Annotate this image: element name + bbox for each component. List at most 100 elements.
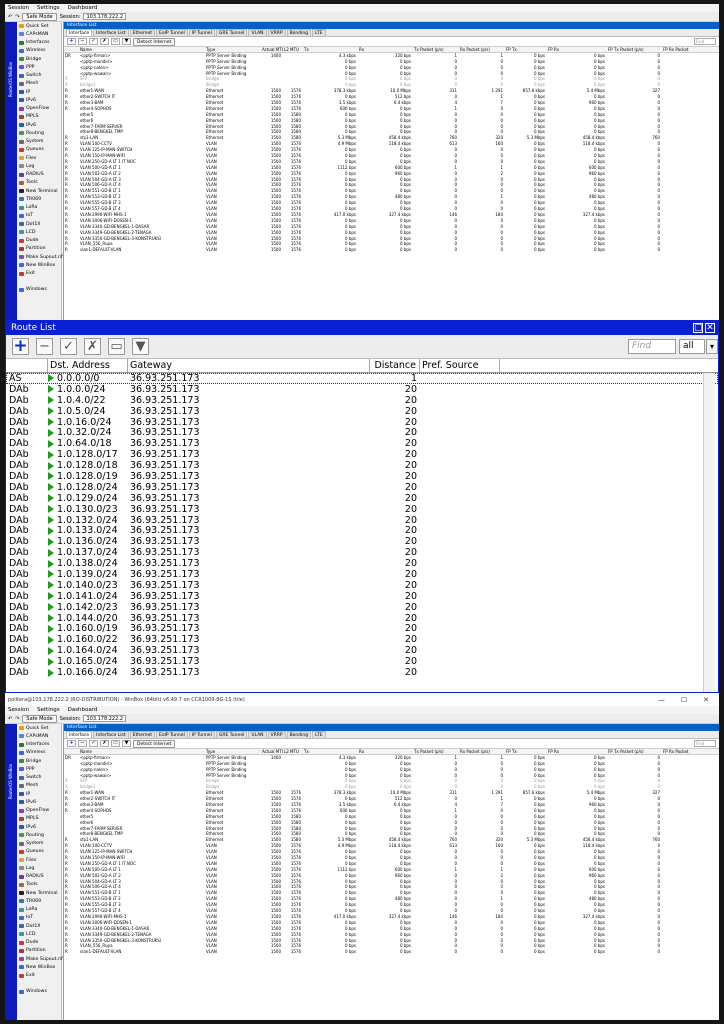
sidebar-item-new-winbox[interactable]: New WinBox xyxy=(17,963,61,971)
sidebar-item-quick-set[interactable]: Quick Set xyxy=(17,22,61,30)
sidebar-item-interfaces[interactable]: Interfaces xyxy=(17,39,61,47)
sidebar-item-interfaces[interactable]: Interfaces xyxy=(17,741,61,749)
sidebar-item-capsman[interactable]: CAPsMAN xyxy=(17,732,61,740)
sidebar-item-lcd[interactable]: LCD xyxy=(17,930,61,938)
table-row[interactable]: Rvlan1-DEFAULT-VLAN VLAN 1500 1576 0 bps 0 bp… xyxy=(64,949,719,955)
menu-session[interactable]: Session xyxy=(8,707,29,713)
menu-dashboard[interactable]: Dashboard xyxy=(68,707,98,713)
column-header[interactable]: Rx xyxy=(358,749,413,754)
sidebar-item-iot[interactable]: IoT xyxy=(17,212,61,220)
minimize-button[interactable]: — xyxy=(658,696,665,704)
tab-ethernet[interactable]: Ethernet xyxy=(129,731,155,738)
sidebar-item-dude[interactable]: Dude xyxy=(17,237,61,245)
sidebar-item-make-supout-rif[interactable]: Make Supout.rif xyxy=(17,955,63,963)
sidebar-item-system[interactable]: System xyxy=(17,840,61,848)
column-header[interactable]: Type xyxy=(205,749,261,754)
tab-interface-list[interactable]: Interface List xyxy=(93,29,129,36)
remove-button[interactable]: − xyxy=(78,38,87,45)
route-row[interactable]: DAb 1.0.136.0/24 36.93.251.173 20 xyxy=(6,536,718,547)
sidebar-item-dude[interactable]: Dude xyxy=(17,939,61,947)
route-row[interactable]: DAb 1.0.32.0/24 36.93.251.173 20 xyxy=(6,427,718,438)
sidebar-item-dot1x[interactable]: Dot1X xyxy=(17,220,61,228)
detect-internet-button[interactable]: Detect Internet xyxy=(133,37,176,46)
sidebar-item-partition[interactable]: Partition xyxy=(17,245,61,253)
column-header[interactable]: FP Tx xyxy=(505,749,547,754)
sidebar-item-routing[interactable]: Routing xyxy=(17,831,61,839)
column-header[interactable] xyxy=(64,47,79,52)
sidebar-item-queues[interactable]: Queues xyxy=(17,848,61,856)
route-row[interactable]: DAb 1.0.160.0/19 36.93.251.173 20 xyxy=(6,623,718,634)
enable-button[interactable]: ✓ xyxy=(89,740,98,747)
table-row[interactable]: Rvlan1-DEFAULT-VLAN VLAN 1500 1576 0 bps 0 bp… xyxy=(64,247,719,253)
route-row[interactable]: DAb 1.0.138.0/24 36.93.251.173 20 xyxy=(6,558,718,569)
route-row[interactable]: DAb 1.0.140.0/23 36.93.251.173 20 xyxy=(6,580,718,591)
sidebar-item-windows[interactable]: Windows xyxy=(17,286,61,294)
session-field[interactable]: 103.178.222.2 xyxy=(83,13,127,20)
tab-ethernet[interactable]: Ethernet xyxy=(129,29,155,36)
sidebar-item-mpls[interactable]: MPLS xyxy=(17,113,61,121)
sidebar-item-dot1x[interactable]: Dot1X xyxy=(17,922,61,930)
menu-session[interactable]: Session xyxy=(8,5,29,11)
redo-icon[interactable]: ↷ xyxy=(15,14,19,20)
column-header[interactable]: Rx xyxy=(358,47,413,52)
sidebar-item-radius[interactable]: RADIUS xyxy=(17,873,61,881)
column-header[interactable]: L2 MTU xyxy=(283,749,303,754)
route-row[interactable]: DAb 1.0.160.0/22 36.93.251.173 20 xyxy=(6,634,718,645)
tab-interface-list[interactable]: Interface List xyxy=(93,731,129,738)
tab-vrrp[interactable]: VRRP xyxy=(267,731,286,738)
column-header[interactable]: FP Rx Packet xyxy=(662,749,707,754)
column-header[interactable]: FP Tx xyxy=(505,47,547,52)
find-input[interactable]: Find xyxy=(694,740,716,747)
route-row[interactable]: DAb 1.0.164.0/24 36.93.251.173 20 xyxy=(6,645,718,656)
menu-settings[interactable]: Settings xyxy=(37,707,60,713)
sidebar-item-ip[interactable]: IP xyxy=(17,88,61,96)
safe-mode-button[interactable]: Safe Mode xyxy=(22,12,57,21)
session-field[interactable]: 103.178.222.2 xyxy=(83,715,127,722)
sidebar-item-log[interactable]: Log xyxy=(17,162,61,170)
filter-icon[interactable]: ▼ xyxy=(122,38,131,45)
tab-vrrp[interactable]: VRRP xyxy=(267,29,286,36)
route-row[interactable]: DAb 1.0.133.0/24 36.93.251.173 20 xyxy=(6,525,718,536)
sidebar-item-new-terminal[interactable]: New Terminal xyxy=(17,889,61,897)
sidebar-item-tr069[interactable]: TR069 xyxy=(17,195,61,203)
tab-gre-tunnel[interactable]: GRE Tunnel xyxy=(215,731,248,738)
tab-lte[interactable]: LTE xyxy=(312,29,326,36)
sidebar-item-log[interactable]: Log xyxy=(17,864,61,872)
close-button[interactable]: ✕ xyxy=(703,696,709,704)
sidebar-item-wireless[interactable]: Wireless xyxy=(17,47,61,55)
sidebar-item-radius[interactable]: RADIUS xyxy=(17,171,61,179)
sidebar-item-new-winbox[interactable]: New WinBox xyxy=(17,261,61,269)
comment-button[interactable]: ▭ xyxy=(111,740,120,747)
sidebar-item-iot[interactable]: IoT xyxy=(17,914,61,922)
filter-icon[interactable]: ▼ xyxy=(122,740,131,747)
menu-dashboard[interactable]: Dashboard xyxy=(68,5,98,11)
add-button[interactable]: + xyxy=(67,38,76,45)
tab-vlan[interactable]: VLAN xyxy=(248,731,267,738)
remove-button[interactable]: − xyxy=(36,338,53,355)
route-row[interactable]: DAb 1.0.129.0/24 36.93.251.173 20 xyxy=(6,493,718,504)
route-row[interactable]: DAb 1.0.128.0/18 36.93.251.173 20 xyxy=(6,460,718,471)
tab-vlan[interactable]: VLAN xyxy=(248,29,267,36)
sidebar-item-make-supout-rif[interactable]: Make Supout.rif xyxy=(17,253,63,261)
maximize-button[interactable]: ☐ xyxy=(681,696,687,704)
comment-button[interactable]: ▭ xyxy=(111,38,120,45)
route-row[interactable]: DAb 1.0.141.0/24 36.93.251.173 20 xyxy=(6,591,718,602)
route-row[interactable]: DAb 1.0.137.0/24 36.93.251.173 20 xyxy=(6,547,718,558)
column-header[interactable]: Actual MTU xyxy=(261,749,283,754)
column-header[interactable]: Type xyxy=(205,47,261,52)
route-row[interactable]: DAb 1.0.165.0/24 36.93.251.173 20 xyxy=(6,656,718,667)
disable-button[interactable]: ✗ xyxy=(100,740,109,747)
sidebar-item-ppp[interactable]: PPP xyxy=(17,765,61,773)
tab-ip-tunnel[interactable]: IP Tunnel xyxy=(188,731,215,738)
column-header[interactable]: FP Tx Packet (p/s) xyxy=(607,47,662,52)
sidebar-item-ipv6[interactable]: IPv6 xyxy=(17,96,61,104)
column-header[interactable]: Pref. Source xyxy=(420,358,500,373)
sidebar-item-tools[interactable]: Tools xyxy=(17,179,61,187)
tab-bonding[interactable]: Bonding xyxy=(286,29,312,36)
column-header[interactable]: Rx Packet (p/s) xyxy=(459,749,505,754)
undo-icon[interactable]: ↶ xyxy=(8,716,12,722)
column-header[interactable]: Tx xyxy=(303,47,358,52)
tab-gre-tunnel[interactable]: GRE Tunnel xyxy=(215,29,248,36)
route-row[interactable]: DAb 1.0.132.0/24 36.93.251.173 20 xyxy=(6,515,718,526)
column-header[interactable]: Name xyxy=(79,749,205,754)
